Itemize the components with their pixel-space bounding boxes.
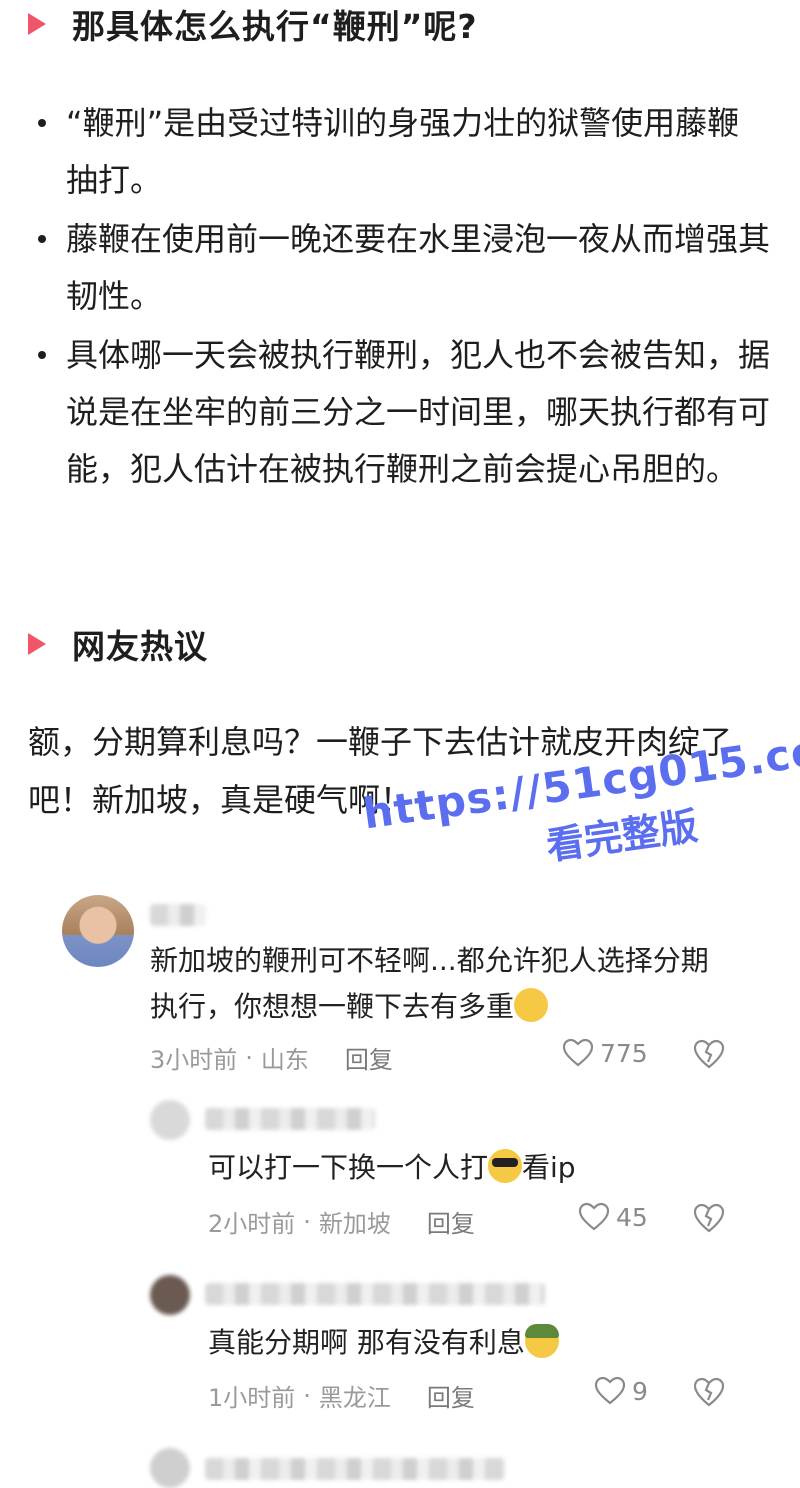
avatar[interactable] [150,1448,190,1488]
list-item: 具体哪一天会被执行鞭刑，犯人也不会被告知，据说是在坐牢的前三分之一时间里，哪天执… [30,327,770,498]
like-count: 775 [600,1038,648,1068]
comment-time: 3小时前 [150,1046,238,1074]
heart-icon [578,1202,610,1231]
avatar[interactable] [150,1275,190,1315]
like-button[interactable]: 45 [578,1202,648,1232]
comment-body: 真能分期啊 那有没有利息 [208,1326,525,1359]
reply-button[interactable]: 回复 [345,1040,393,1075]
avatar[interactable] [62,895,134,967]
bullet-text: 藤鞭在使用前一晚还要在水里浸泡一夜从而增强其韧性。 [66,220,771,315]
bullet-dot-icon [38,119,46,127]
broken-heart-icon[interactable] [692,1202,726,1234]
comment-text: 可以打一下换一个人打 看ip [208,1145,728,1191]
broken-heart-icon[interactable] [692,1376,726,1408]
laughing-crying-emoji-icon [514,988,549,1022]
comment-meta: 1小时前 · 黑龙江 回复 [208,1378,475,1413]
bullet-dot-icon [38,351,46,359]
list-item: 藤鞭在使用前一晚还要在水里浸泡一夜从而增强其韧性。 [30,211,770,325]
section-header-execution: 那具体怎么执行“鞭刑”呢? [28,0,478,48]
reply-button[interactable]: 回复 [427,1378,475,1413]
triangle-bullet-icon [28,633,46,655]
heart-icon [594,1376,626,1405]
meta-separator: · [303,1381,311,1410]
comment-meta: 3小时前 · 山东 回复 [150,1040,393,1075]
comment-meta: 2小时前 · 新加坡 回复 [208,1204,475,1239]
username-blurred[interactable] [150,904,206,926]
list-item: “鞭刑”是由受过特训的身强力壮的狱警使用藤鞭抽打。 [30,95,770,209]
like-button[interactable]: 9 [594,1376,648,1406]
comment-text: 真能分期啊 那有没有利息 [208,1320,728,1366]
meta-separator: · [303,1207,311,1236]
username-blurred[interactable] [205,1283,545,1305]
bullet-text: “鞭刑”是由受过特训的身强力壮的狱警使用藤鞭抽打。 [66,104,740,199]
heart-icon [562,1038,594,1067]
comment-time: 2小时前 [208,1210,296,1238]
like-button[interactable]: 775 [562,1038,648,1068]
comment-body: 可以打一下换一个人打 [208,1151,489,1184]
comment-body: 新加坡的鞭刑可不轻啊...都允许犯人选择分期执行，你想想一鞭下去有多重 [150,944,709,1023]
comment-location: 黑龙江 [318,1384,391,1412]
comment-text: 新加坡的鞭刑可不轻啊...都允许犯人选择分期执行，你想想一鞭下去有多重 [150,938,730,1030]
comment-location: 山东 [260,1046,309,1074]
comment-time: 1小时前 [208,1384,296,1412]
broken-heart-icon[interactable] [692,1038,726,1070]
soldier-emoji-icon [524,1324,559,1358]
comment-body-after: 看ip [522,1151,576,1184]
like-count: 9 [632,1376,648,1406]
meta-separator: · [245,1043,253,1072]
sunglasses-emoji-icon [488,1149,523,1183]
reply-button[interactable]: 回复 [427,1204,475,1239]
triangle-bullet-icon [28,13,46,35]
section-title: 网友热议 [72,627,208,666]
comment-location: 新加坡 [318,1210,391,1238]
like-count: 45 [616,1202,648,1232]
section-title: 那具体怎么执行“鞭刑”呢? [72,7,478,46]
username-blurred[interactable] [205,1108,375,1130]
avatar[interactable] [150,1100,190,1140]
section-header-discussion: 网友热议 [28,620,208,668]
bullet-list: “鞭刑”是由受过特训的身强力壮的狱警使用藤鞭抽打。 藤鞭在使用前一晚还要在水里浸… [30,95,770,500]
bullet-text: 具体哪一天会被执行鞭刑，犯人也不会被告知，据说是在坐牢的前三分之一时间里，哪天执… [66,336,771,488]
bullet-dot-icon [38,235,46,243]
username-blurred[interactable] [205,1458,505,1480]
